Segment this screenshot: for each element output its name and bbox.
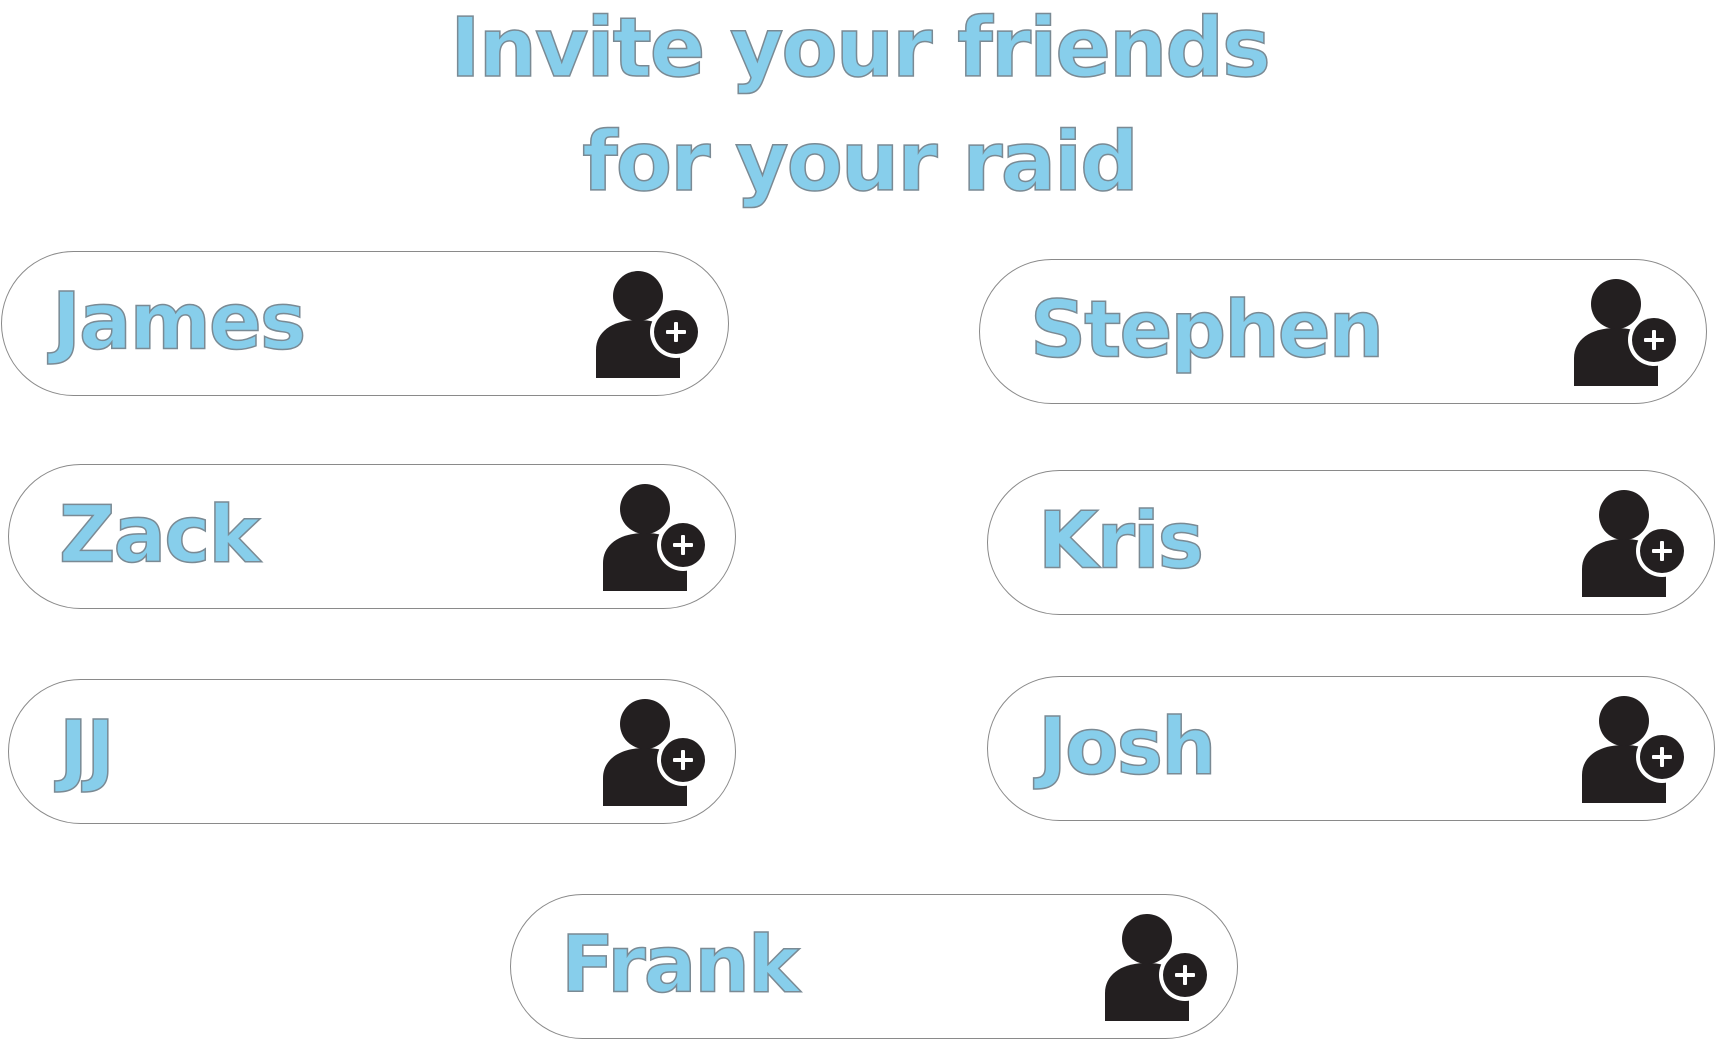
friend-name: JJ xyxy=(58,704,116,795)
friend-name: Frank xyxy=(560,919,800,1010)
friend-name: Zack xyxy=(58,489,261,580)
friend-name: Kris xyxy=(1037,495,1205,586)
page-title-line-2: for your raid xyxy=(581,115,1139,210)
add-friend-button[interactable] xyxy=(599,481,711,593)
add-user-icon xyxy=(596,270,702,378)
add-friend-button[interactable] xyxy=(1570,276,1682,388)
friend-name: Josh xyxy=(1037,701,1217,792)
add-friend-button[interactable] xyxy=(592,268,704,380)
friend-item-stephen: Stephen xyxy=(979,259,1707,404)
add-user-icon xyxy=(1582,489,1688,597)
add-user-icon xyxy=(603,698,709,806)
friend-item-zack: Zack xyxy=(8,464,736,609)
add-friend-button[interactable] xyxy=(599,696,711,808)
add-user-icon xyxy=(1574,278,1680,386)
friend-name: James xyxy=(51,276,307,367)
add-friend-button[interactable] xyxy=(1101,911,1213,1023)
friend-item-james: James xyxy=(1,251,729,396)
friend-item-jj: JJ xyxy=(8,679,736,824)
add-user-icon xyxy=(603,483,709,591)
friend-name: Stephen xyxy=(1029,284,1385,375)
add-friend-button[interactable] xyxy=(1578,693,1690,805)
friend-item-kris: Kris xyxy=(987,470,1715,615)
page-title-line-1: Invite your friends xyxy=(449,1,1271,96)
friend-item-frank: Frank xyxy=(510,894,1238,1039)
add-user-icon xyxy=(1105,913,1211,1021)
friend-item-josh: Josh xyxy=(987,676,1715,821)
add-friend-button[interactable] xyxy=(1578,487,1690,599)
add-user-icon xyxy=(1582,695,1688,803)
